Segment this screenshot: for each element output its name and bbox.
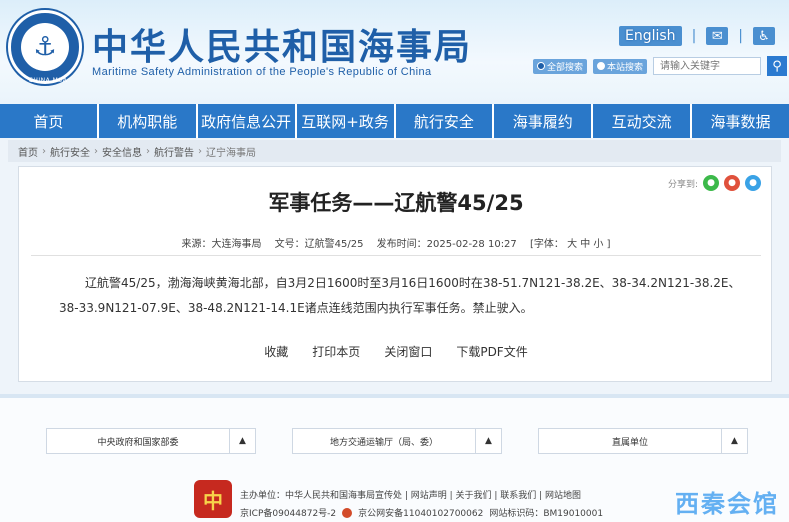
select-label: 地方交通运输厅（局、委） — [329, 437, 438, 448]
nav-item-gov-info[interactable]: 政府信息公开 — [197, 104, 297, 138]
select-local-transport[interactable]: 地方交通运输厅（局、委） ▲ — [292, 428, 502, 454]
nav-item-internet-gov[interactable]: 互联网+政务 — [296, 104, 396, 138]
nav-item-home[interactable]: 首页 — [0, 104, 99, 138]
nav-item-nav-safety[interactable]: 航行安全 — [395, 104, 495, 138]
breadcrumb-nav-warning[interactable]: 航行警告 — [154, 144, 194, 159]
search-area: 全部搜索 本站搜索 ⚲ — [532, 56, 787, 76]
breadcrumb-separator: › — [42, 145, 46, 157]
site-title: 中华人民共和国海事局 — [92, 26, 473, 68]
nav-item-compliance[interactable]: 海事履约 — [494, 104, 594, 138]
site-code: 网站标识码：BM19010001 — [489, 509, 604, 519]
search-icon[interactable]: ⚲ — [767, 56, 787, 76]
site-header: ⚓ CHINA MSA 中华人民共和国海事局 Maritime Safety A… — [0, 0, 789, 104]
mail-icon[interactable]: ✉ — [706, 27, 729, 45]
footer-registration: 京ICP备09044872号-2 京公网安备11040102700062 网站标… — [240, 506, 603, 519]
article-panel: 分享到: ● ● ● 军事任务——辽航警45/25 来源：大连海事局 文号：辽航… — [18, 166, 772, 382]
radio-site-search[interactable]: 本站搜索 — [592, 58, 647, 74]
download-pdf-link[interactable]: 下载PDF文件 — [456, 343, 527, 360]
meta-published: 发布时间：2025-02-28 10:27 — [376, 239, 517, 250]
select-label: 直属单位 — [611, 437, 648, 448]
nav-item-interaction[interactable]: 互动交流 — [593, 104, 693, 138]
nav-item-data[interactable]: 海事数据 — [692, 104, 789, 138]
logo-text: CHINA MSA — [28, 77, 68, 84]
breadcrumb-nav-safety[interactable]: 航行安全 — [50, 144, 90, 159]
select-central-gov[interactable]: 中央政府和国家部委 ▲ — [46, 428, 256, 454]
footer — [0, 398, 789, 522]
top-links: English | ✉ | ♿ — [619, 26, 775, 46]
divider: | — [738, 28, 743, 44]
footer-sponsor[interactable]: 主办单位：中华人民共和国海事局宣传处 | 网站声明 | 关于我们 | 联系我们 … — [240, 488, 581, 501]
breadcrumb-home[interactable]: 首页 — [18, 144, 38, 159]
caret-up-icon: ▲ — [475, 429, 501, 453]
select-affiliated-units[interactable]: 直属单位 ▲ — [538, 428, 748, 454]
breadcrumb: 首页 › 航行安全 › 安全信息 › 航行警告 › 辽宁海事局 — [8, 140, 781, 162]
search-input[interactable] — [653, 57, 761, 75]
caret-up-icon: ▲ — [229, 429, 255, 453]
article-meta: 来源：大连海事局 文号：辽航警45/25 发布时间：2025-02-28 10:… — [19, 235, 773, 250]
meta-doc-no: 文号：辽航警45/25 — [274, 239, 364, 250]
article-body: 辽航警45/25，渤海海峡黄海北部，自3月2日1600时至3月16日1600时在… — [59, 276, 741, 315]
site-subtitle: Maritime Safety Administration of the Pe… — [92, 66, 432, 78]
favorite-link[interactable]: 收藏 — [264, 343, 288, 360]
msa-logo[interactable]: ⚓ CHINA MSA — [8, 10, 82, 84]
divider: | — [691, 28, 697, 44]
caret-up-icon: ▲ — [721, 429, 747, 453]
nav-item-functions[interactable]: 机构职能 — [98, 104, 198, 138]
close-window-link[interactable]: 关闭窗口 — [384, 343, 432, 360]
radio-all-search[interactable]: 全部搜索 — [532, 58, 587, 74]
meta-font-size[interactable]: [字体： 大 中 小 ] — [530, 239, 611, 250]
radio-dot — [536, 62, 545, 70]
breadcrumb-safety-info[interactable]: 安全信息 — [102, 144, 142, 159]
radio-all-label: 全部搜索 — [546, 62, 583, 73]
accessibility-icon[interactable]: ♿ — [753, 27, 775, 45]
icp-number[interactable]: 京ICP备09044872号-2 — [240, 506, 336, 519]
select-label: 中央政府和国家部委 — [97, 437, 179, 448]
watermark: 西秦会馆 — [675, 490, 779, 518]
breadcrumb-separator: › — [94, 145, 98, 157]
breadcrumb-current[interactable]: 辽宁海事局 — [206, 144, 256, 159]
article-title: 军事任务——辽航警45/25 — [268, 191, 524, 215]
radio-site-label: 本站搜索 — [606, 62, 643, 73]
meta-source: 来源：大连海事局 — [181, 239, 262, 250]
breadcrumb-separator: › — [146, 145, 150, 157]
police-badge-icon — [342, 507, 353, 518]
anchor-icon: ⚓ — [21, 23, 69, 71]
gov-emblem-icon[interactable]: 中 — [194, 480, 232, 518]
divider — [31, 255, 761, 256]
article-actions: 收藏 打印本页 关闭窗口 下载PDF文件 — [19, 343, 773, 360]
police-number[interactable]: 京公网安备11040102700062 — [358, 506, 483, 519]
print-link[interactable]: 打印本页 — [312, 343, 360, 360]
main-nav: 首页 机构职能 政府信息公开 互联网+政务 航行安全 海事履约 互动交流 海事数… — [0, 104, 789, 138]
radio-dot — [596, 62, 605, 70]
breadcrumb-separator: › — [198, 145, 202, 157]
english-link[interactable]: English — [619, 26, 682, 46]
